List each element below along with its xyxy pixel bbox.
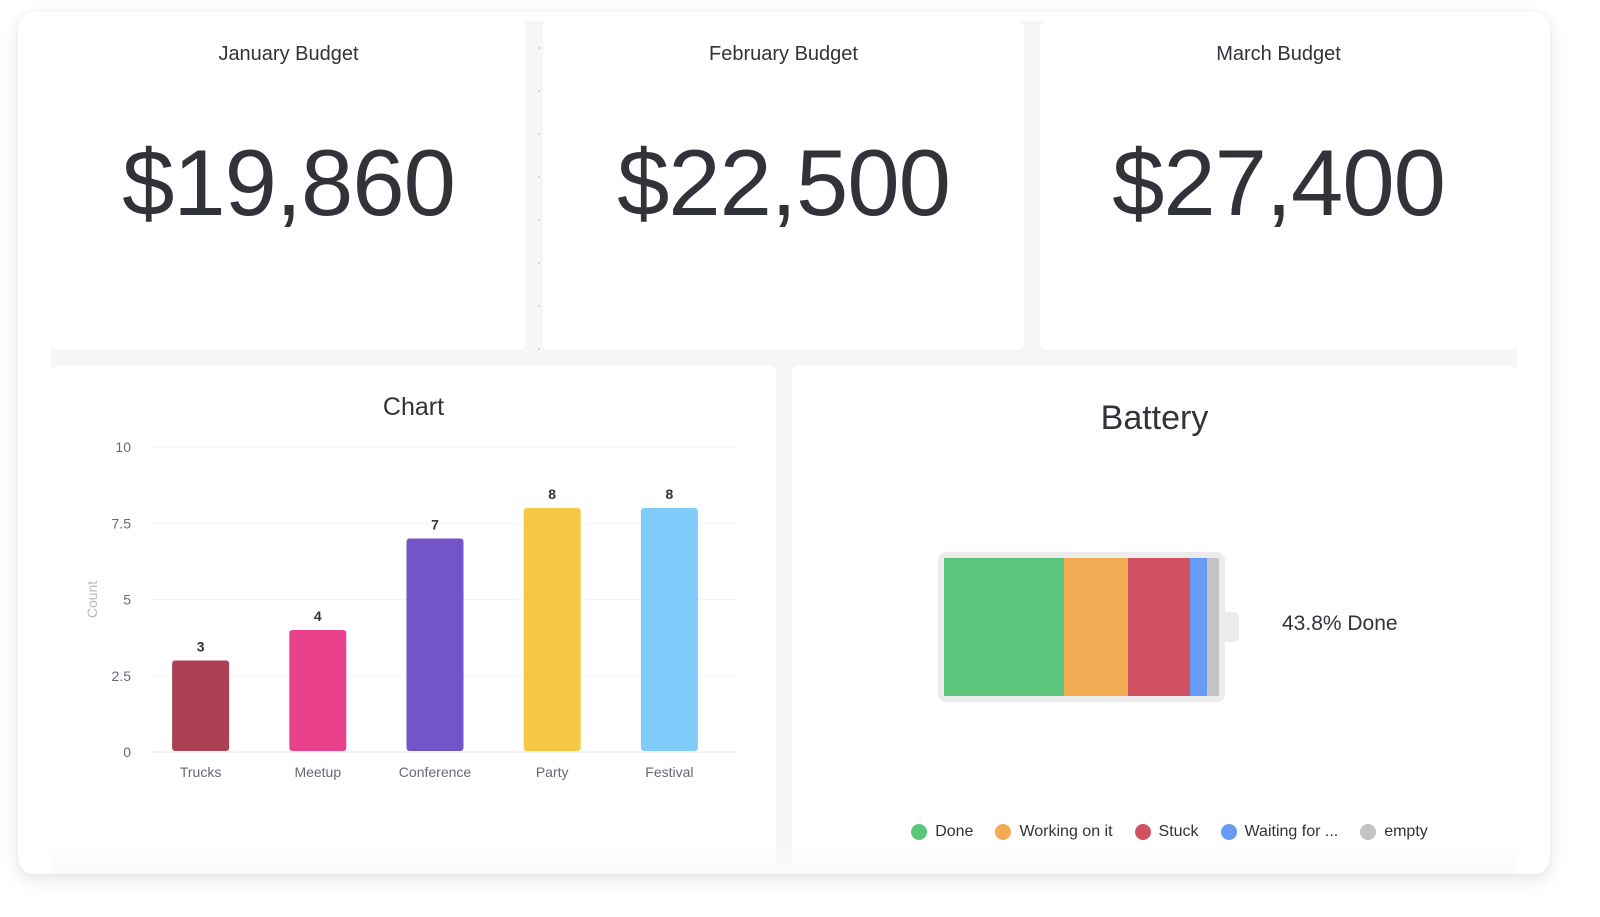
widget-title: March Budget (1216, 43, 1341, 65)
widget-value: $22,500 (617, 130, 951, 235)
bar-data-label: 8 (666, 486, 674, 502)
x-tick-label: Conference (399, 764, 472, 780)
battery-segment[interactable] (1189, 558, 1208, 696)
widget-title: February Budget (709, 43, 858, 65)
widget-resize-handle[interactable] (535, 33, 545, 353)
y-tick-label: 7.5 (112, 515, 132, 531)
bar-trucks[interactable] (172, 660, 230, 752)
legend-item[interactable]: Stuck (1134, 823, 1199, 841)
numbers-widget-january[interactable]: January Budget $19,860 (51, 21, 526, 350)
legend-dot-icon (1134, 824, 1151, 840)
legend-item[interactable]: Working on it (995, 823, 1113, 841)
battery-title: Battery (1100, 399, 1209, 437)
drag-dot (538, 219, 540, 221)
legend-item[interactable]: empty (1360, 823, 1428, 841)
numbers-widget-february[interactable]: February Budget $22,500 (543, 21, 1024, 350)
legend-label: Working on it (1019, 823, 1113, 840)
x-tick-label: Meetup (294, 764, 341, 780)
battery-fill (944, 558, 1219, 696)
numbers-widget-march[interactable]: March Budget $27,400 (1040, 21, 1517, 350)
battery-cap (1225, 612, 1239, 642)
legend-label: Stuck (1158, 823, 1199, 840)
drag-dot (538, 133, 540, 135)
legend-dot-icon (911, 824, 928, 840)
bar-data-label: 7 (431, 517, 439, 533)
drag-dot (538, 47, 540, 49)
legend-label: empty (1384, 823, 1428, 840)
battery-segment[interactable] (1064, 558, 1128, 696)
bar-conference[interactable] (406, 538, 464, 752)
bar-data-label: 4 (314, 608, 322, 624)
y-tick-label: 10 (115, 439, 131, 455)
widget-value: $19,860 (122, 130, 456, 235)
legend-dot-icon (995, 824, 1012, 840)
bar-chart: 0 2.5 5 7.5 10 3 Trucks 4 Meetup 7 Conference 8 Part… (84, 439, 737, 780)
x-tick-label: Festival (645, 764, 693, 780)
bar-data-label: 8 (548, 486, 556, 502)
y-axis-label: Count (84, 581, 100, 618)
bar-festival[interactable] (640, 508, 698, 751)
legend-dot-icon (1220, 824, 1237, 840)
drag-dot (538, 262, 540, 264)
battery-segment[interactable] (1207, 558, 1219, 696)
legend-dot-icon (1360, 824, 1377, 840)
bar-data-label: 3 (197, 639, 205, 655)
battery-widget[interactable]: Battery 43.8% Done Done Working on it Stuc… (792, 366, 1517, 874)
x-tick-label: Trucks (180, 764, 221, 780)
drag-dot (538, 90, 540, 92)
bar-meetup[interactable] (289, 630, 347, 751)
drag-dot (538, 176, 540, 178)
x-tick-label: Party (536, 764, 569, 780)
y-tick-label: 5 (123, 592, 131, 608)
chart-widget[interactable]: Chart 0 2.5 5 7.5 10 3 Trucks 4 Meetup 7 Conferenc… (51, 366, 776, 874)
battery-segment[interactable] (1127, 558, 1190, 696)
battery-segment[interactable] (944, 558, 1065, 696)
bar-party[interactable] (523, 508, 581, 751)
legend-item[interactable]: Done (911, 823, 973, 841)
y-tick-label: 2.5 (112, 668, 132, 684)
widget-value: $27,400 (1112, 130, 1446, 235)
widget-title: January Budget (218, 43, 359, 65)
legend-label: Done (935, 823, 974, 840)
y-tick-label: 0 (123, 744, 131, 760)
dashboard-window: January Budget $19,860 February Budget $… (18, 12, 1550, 874)
legend-label: Waiting for ... (1244, 823, 1339, 840)
battery-shell (938, 552, 1225, 702)
battery-legend: Done Working on it Stuck Waiting for ... emp… (792, 823, 1517, 841)
dashboard-canvas: January Budget $19,860 February Budget $… (51, 21, 1517, 874)
drag-dot (538, 348, 540, 350)
drag-dot (538, 305, 540, 307)
battery-done-percentage: 43.8% Done (1282, 612, 1398, 635)
legend-item[interactable]: Waiting for ... (1220, 823, 1339, 841)
